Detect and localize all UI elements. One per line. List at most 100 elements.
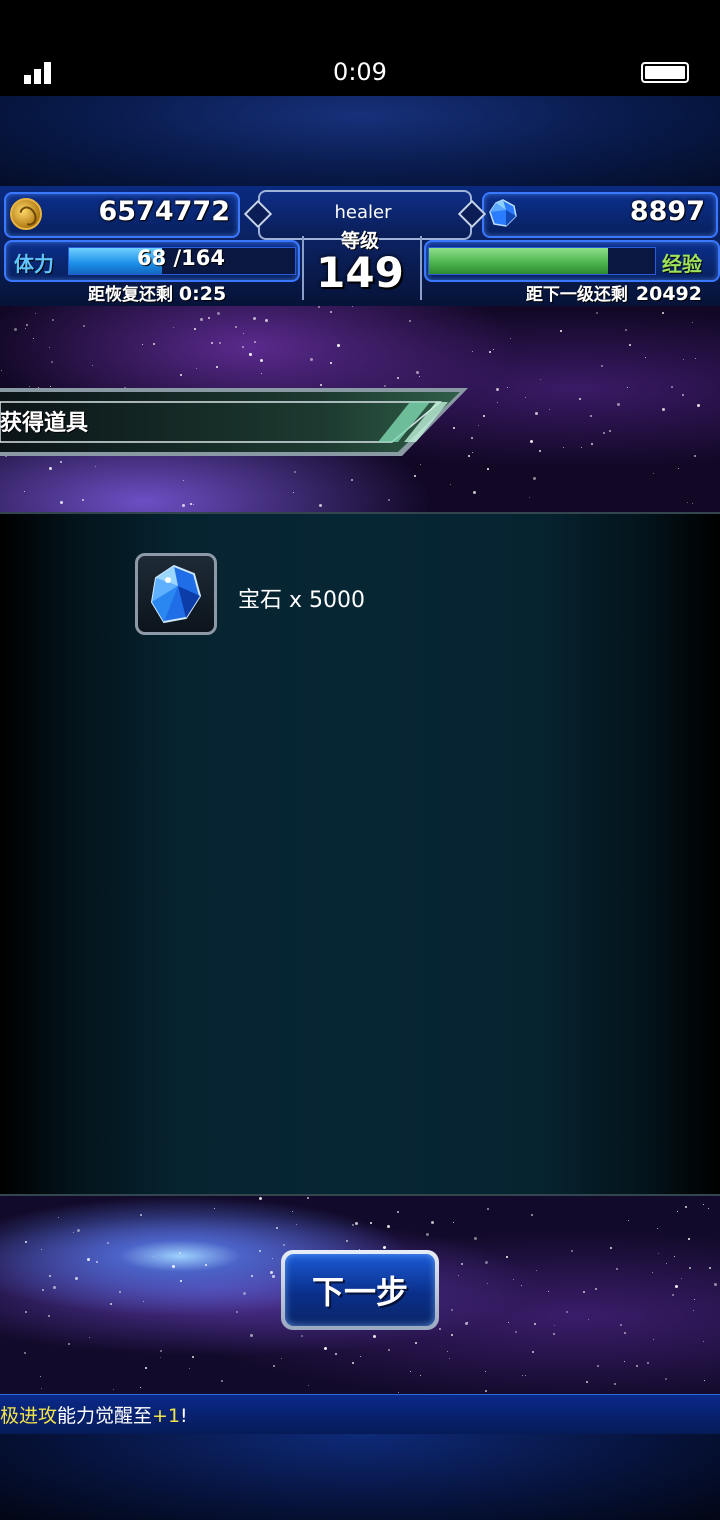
star [200,318,203,321]
star [588,1319,589,1320]
star [697,404,700,407]
star [42,1289,44,1291]
star [25,1311,27,1313]
bottom-background [0,1434,720,1520]
star [461,1263,463,1265]
star [352,306,353,307]
gem-icon [489,199,517,227]
star [683,359,684,360]
star [261,373,262,374]
star [535,412,538,415]
star [335,1353,337,1355]
star [26,324,28,326]
star [235,326,237,328]
star [160,1350,162,1352]
star [458,1275,459,1276]
star [610,1247,612,1249]
star [548,1291,549,1292]
star [694,1299,695,1300]
gem-icon [150,564,202,624]
star [352,1362,354,1364]
star [531,1214,533,1216]
star [75,1277,78,1280]
star [704,1380,705,1381]
star [472,351,473,352]
star [153,1256,154,1257]
star [409,320,411,322]
star [420,464,421,465]
star [77,1229,80,1232]
star [283,1244,285,1246]
top-background [0,96,720,190]
star [189,1368,190,1369]
star [52,319,54,321]
star [566,1311,568,1313]
star [629,344,631,346]
star [662,408,665,411]
star [533,477,536,480]
star [140,1214,142,1216]
star [243,1292,246,1295]
star [73,1232,74,1233]
star [41,1388,42,1389]
star [581,447,582,448]
star [211,342,213,344]
reward-item-icon-frame[interactable] [135,553,217,635]
star [653,473,654,474]
star [281,1358,282,1359]
star [33,338,34,339]
star [554,1325,555,1326]
star [467,1322,468,1323]
star [25,1241,27,1243]
star [249,353,252,356]
star [515,1331,517,1333]
star [682,394,684,396]
star [265,319,268,322]
star [665,1378,667,1380]
star [539,450,541,452]
next-button[interactable]: 下一步 [281,1250,439,1330]
star [553,1333,555,1335]
star [373,1335,376,1338]
star [478,425,479,426]
star [549,409,550,410]
exp-label: 经验 [662,252,702,276]
star [194,328,196,330]
star [68,1343,70,1345]
star [308,1385,309,1386]
star [360,1356,361,1357]
ticker-end: ! [180,1405,188,1427]
status-time: 0:09 [333,58,387,86]
star [636,1365,638,1367]
star [253,317,256,320]
star [708,1208,709,1209]
star [387,1225,390,1228]
star [172,1265,175,1268]
next-level-info: 距下一级还剩 20492 [526,280,702,305]
star [270,1271,273,1274]
star [672,1294,674,1296]
star [603,432,605,434]
star [627,387,628,388]
star [25,328,26,329]
star [319,504,322,507]
star [652,1272,653,1273]
star [681,1278,682,1279]
stamina-label: 体力 [14,252,54,276]
star [83,325,85,327]
star [674,1256,675,1257]
star [689,1267,691,1269]
star [487,1208,489,1210]
star [160,1357,161,1358]
star [647,1362,649,1364]
star [620,1324,622,1326]
star [318,306,320,308]
star [179,1252,181,1254]
stamina-recover: 距恢复还剩 0:25 [88,280,226,305]
star [616,1268,618,1270]
next-level-exp: 20492 [635,283,702,305]
star [205,1264,207,1266]
next-button-face[interactable]: 下一步 [285,1254,435,1326]
star [113,1389,114,1390]
exp-bar [428,247,656,275]
